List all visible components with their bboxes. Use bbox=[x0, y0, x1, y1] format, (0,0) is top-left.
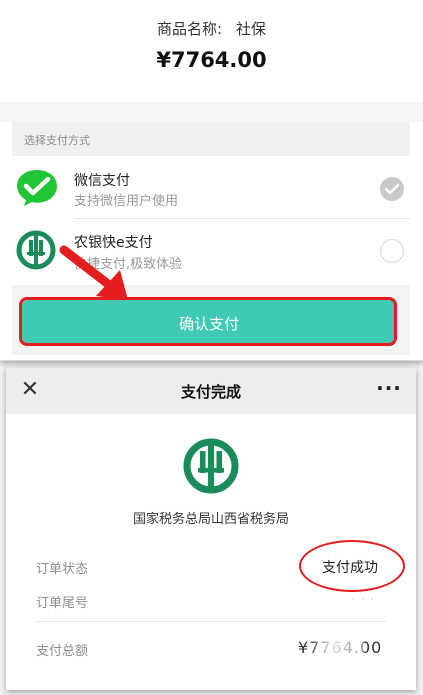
highlight-outline bbox=[19, 297, 397, 346]
merchant-name: 国家税务总局山西省税务局 bbox=[132, 512, 289, 527]
order-status-label: 订单状态 bbox=[36, 562, 89, 577]
more-icon[interactable]: ··· bbox=[374, 376, 404, 400]
order-tail-label: 订单尾号 bbox=[36, 596, 89, 611]
red-arrow-icon bbox=[58, 244, 138, 304]
divider bbox=[36, 621, 386, 622]
wechat-pay-title[interactable]: 微信支付 bbox=[74, 170, 130, 190]
abc-bank-logo-icon bbox=[181, 436, 241, 496]
page-title: 支付完成 bbox=[180, 383, 241, 401]
payment-complete-panel: ✕ 支付完成 ··· 国家税务总局山西省税务局 订单状态 支付成功 订单尾号 ·… bbox=[6, 368, 416, 690]
product-name-line: 商品名称: 社保 bbox=[0, 18, 423, 39]
abc-bank-icon bbox=[14, 230, 58, 270]
nav-bar: ✕ 支付完成 ··· bbox=[6, 368, 416, 414]
payment-method-header: 选择支付方式 bbox=[12, 122, 410, 156]
wechat-pay-subtitle: 支持微信用户使用 bbox=[74, 194, 179, 209]
checkmark-icon bbox=[384, 183, 400, 195]
payment-method-header-label: 选择支付方式 bbox=[24, 134, 90, 147]
payment-amount: ¥7764.00 bbox=[156, 48, 267, 72]
wechat-pay-radio-checked[interactable] bbox=[380, 177, 404, 201]
section-gap bbox=[0, 102, 423, 122]
order-tail-value: · · · bbox=[351, 592, 376, 606]
product-name-label: 商品名称: bbox=[156, 20, 223, 38]
wechat-pay-icon bbox=[15, 167, 59, 207]
method-divider bbox=[74, 218, 410, 219]
redaction-mask bbox=[310, 639, 364, 657]
payment-selection-panel: 商品名称: 社保 ¥7764.00 选择支付方式 微信支付 支持微信用户使用 农银… bbox=[0, 0, 423, 361]
product-name-value: 社保 bbox=[236, 20, 267, 38]
highlight-oval bbox=[299, 540, 405, 592]
abc-epay-radio[interactable] bbox=[380, 239, 404, 263]
total-amount-label: 支付总额 bbox=[36, 644, 89, 659]
